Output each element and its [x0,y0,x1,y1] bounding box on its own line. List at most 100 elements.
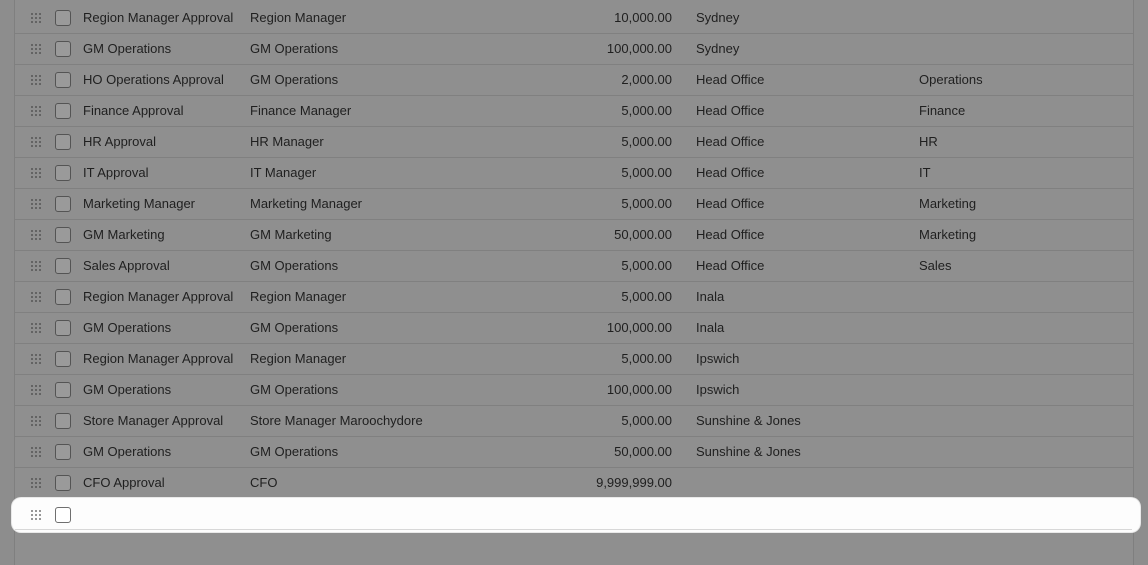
table-row[interactable]: Region Manager Approval Region Manager 10,… [15,3,1133,34]
location: Ipswich [696,351,740,366]
approval-name: Marketing Manager [83,196,195,211]
approval-name: IT Approval [83,165,149,180]
location: Head Office [696,165,765,180]
approval-amount: 5,000.00 [621,258,672,273]
drag-handle-icon[interactable] [31,323,41,333]
drag-handle-icon[interactable] [31,137,41,147]
location: Inala [696,320,725,335]
table-row[interactable]: HO Operations Approval GM Operations 2,000… [15,65,1133,96]
table-row[interactable]: Sales Approval GM Operations 5,000.00 Head … [15,251,1133,282]
table-row[interactable]: GM Operations GM Operations 50,000.00 Sunsh… [15,437,1133,468]
approver-role: HR Manager [250,134,324,149]
location: Head Office [696,134,765,149]
row-checkbox[interactable] [55,413,71,429]
row-checkbox[interactable] [55,10,71,26]
row-checkbox[interactable] [55,382,71,398]
location: Head Office [696,72,765,87]
approval-amount: 10,000.00 [614,10,672,25]
row-checkbox[interactable] [55,258,71,274]
approver-role: GM Operations [250,72,339,87]
approval-name: HO Operations Approval [83,72,224,87]
approver-role: GM Marketing [250,227,332,242]
drag-handle-icon[interactable] [31,478,41,488]
approver-role: Region Manager [250,10,347,25]
drag-handle-icon[interactable] [31,447,41,457]
location: Sydney [696,10,740,25]
department: IT [919,165,931,180]
department: Marketing [919,196,977,211]
approval-amount: 100,000.00 [606,320,672,335]
drag-handle-icon[interactable] [31,199,41,209]
drag-handle-icon[interactable] [31,510,41,520]
approval-rows: Region Manager Approval Region Manager 10,… [15,3,1133,499]
drag-handle-icon[interactable] [31,354,41,364]
approval-amount: 100,000.00 [606,41,672,56]
table-row[interactable]: GM Operations GM Operations 100,000.00 Ipsw… [15,375,1133,406]
location: Head Office [696,258,765,273]
drag-handle-icon[interactable] [31,230,41,240]
approver-role: GM Operations [250,320,339,335]
table-row[interactable]: Store Manager Approval Store Manager Maro… [15,406,1133,437]
approval-name: GM Operations [83,41,172,56]
row-checkbox[interactable] [55,475,71,491]
approver-role: GM Operations [250,444,339,459]
row-checkbox[interactable] [55,444,71,460]
approval-name: GM Operations [83,320,172,335]
table-row[interactable]: GM Operations GM Operations 100,000.00 Sydn… [15,34,1133,65]
row-checkbox[interactable] [55,41,71,57]
table-row[interactable]: Region Manager Approval Region Manager 5,0… [15,282,1133,313]
table-row[interactable]: Marketing Manager Marketing Manager 5,000.… [15,189,1133,220]
department: HR [919,134,938,149]
drag-handle-icon[interactable] [31,385,41,395]
approver-role: Region Manager [250,351,347,366]
drag-handle-icon[interactable] [31,75,41,85]
row-checkbox[interactable] [55,72,71,88]
department: Marketing [919,227,977,242]
drag-handle-icon[interactable] [31,106,41,116]
table-row[interactable]: Region Manager Approval Region Manager 5,0… [15,344,1133,375]
approval-amount: 50,000.00 [614,444,672,459]
department: Sales [919,258,952,273]
drag-handle-icon[interactable] [31,416,41,426]
table-row[interactable]: IT Approval IT Manager 5,000.00 Head Office… [15,158,1133,189]
table-row[interactable]: HR Approval HR Manager 5,000.00 Head Office… [15,127,1133,158]
approval-name: Region Manager Approval [83,351,234,366]
approver-role: CFO [250,475,278,490]
approver-role: Store Manager Maroochydore [250,413,423,428]
row-checkbox[interactable] [55,320,71,336]
approver-role: Marketing Manager [250,196,362,211]
row-checkbox[interactable] [55,196,71,212]
drag-handle-icon[interactable] [31,13,41,23]
approval-amount: 5,000.00 [621,289,672,304]
drag-handle-icon[interactable] [31,261,41,271]
row-checkbox[interactable] [55,289,71,305]
drag-handle-icon[interactable] [31,292,41,302]
new-row[interactable] [12,498,1140,532]
location: Inala [696,289,725,304]
approval-name: CFO Approval [83,475,165,490]
table-row[interactable]: GM Operations GM Operations 100,000.00 Inal… [15,313,1133,344]
table-row[interactable]: Finance Approval Finance Manager 5,000.00 H… [15,96,1133,127]
approval-name: Region Manager Approval [83,289,234,304]
approval-amount: 5,000.00 [621,351,672,366]
approval-amount: 9,999,999.00 [596,475,672,490]
approval-amount: 5,000.00 [621,165,672,180]
row-checkbox[interactable] [55,507,71,523]
table-row[interactable]: CFO Approval CFO 9,999,999.00 [15,468,1133,499]
row-checkbox[interactable] [55,165,71,181]
location: Head Office [696,196,765,211]
drag-handle-icon[interactable] [31,44,41,54]
drag-handle-icon[interactable] [31,168,41,178]
row-checkbox[interactable] [55,227,71,243]
approval-amount: 50,000.00 [614,227,672,242]
table-row[interactable]: GM Marketing GM Marketing 50,000.00 Head Of… [15,220,1133,251]
approval-name: Region Manager Approval [83,10,234,25]
location: Ipswich [696,382,740,397]
approval-table-panel: Region Manager Approval Region Manager 10,… [12,0,1140,565]
row-checkbox[interactable] [55,134,71,150]
approval-name: Store Manager Approval [83,413,224,428]
row-checkbox[interactable] [55,103,71,119]
department: Operations [919,72,983,87]
row-checkbox[interactable] [55,351,71,367]
approver-role: IT Manager [250,165,317,180]
